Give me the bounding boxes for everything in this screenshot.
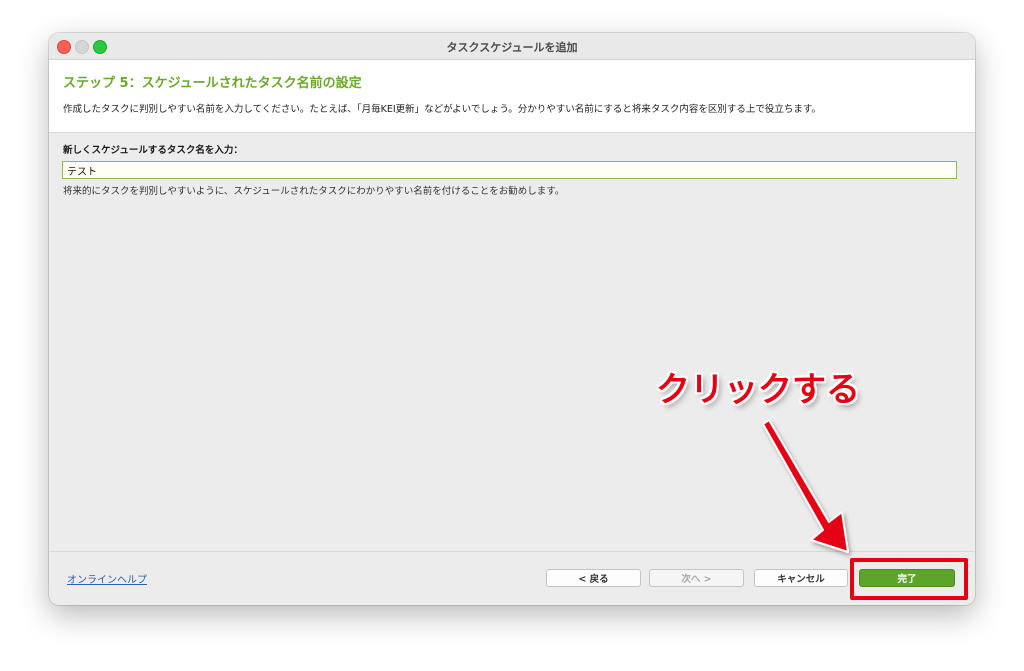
finish-highlight-box [850,558,968,600]
click-annotation-label: クリックする [656,370,860,410]
